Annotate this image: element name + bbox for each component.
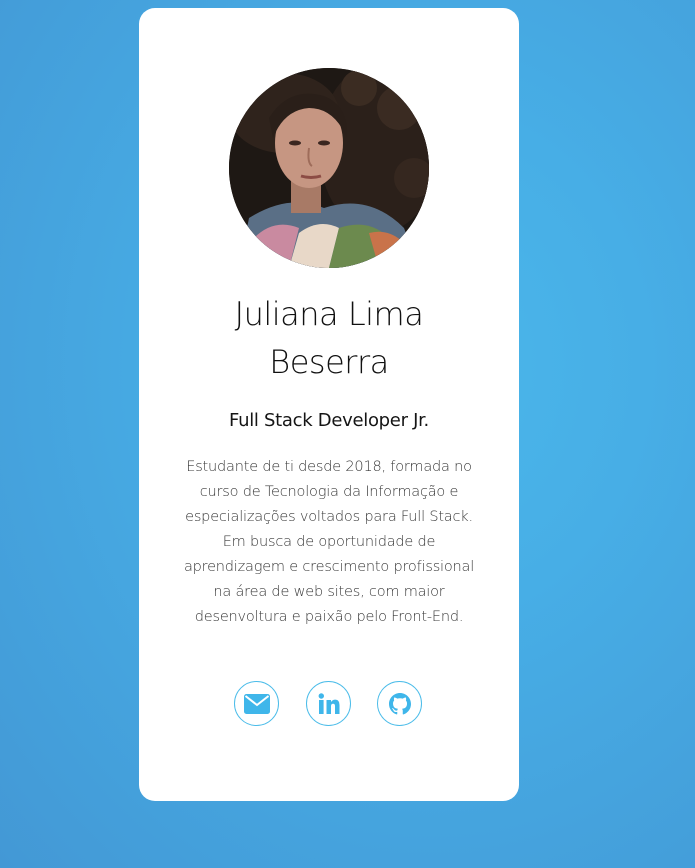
profile-bio: Estudante de ti desde 2018, formada no c… [183, 459, 475, 625]
linkedin-icon [318, 692, 339, 714]
social-links [234, 681, 424, 728]
linkedin-button[interactable] [306, 681, 351, 726]
profile-card: Juliana Lima Beserra Full Stack Develope… [139, 8, 519, 801]
envelope-icon [243, 693, 270, 714]
github-icon [388, 692, 411, 714]
email-button[interactable] [234, 681, 279, 726]
profile-avatar [229, 68, 429, 268]
github-button[interactable] [377, 681, 422, 726]
profile-name: Juliana Lima Beserra [234, 295, 424, 381]
profile-role: Full Stack Developer Jr. [229, 410, 429, 431]
profile-photo [229, 68, 429, 268]
